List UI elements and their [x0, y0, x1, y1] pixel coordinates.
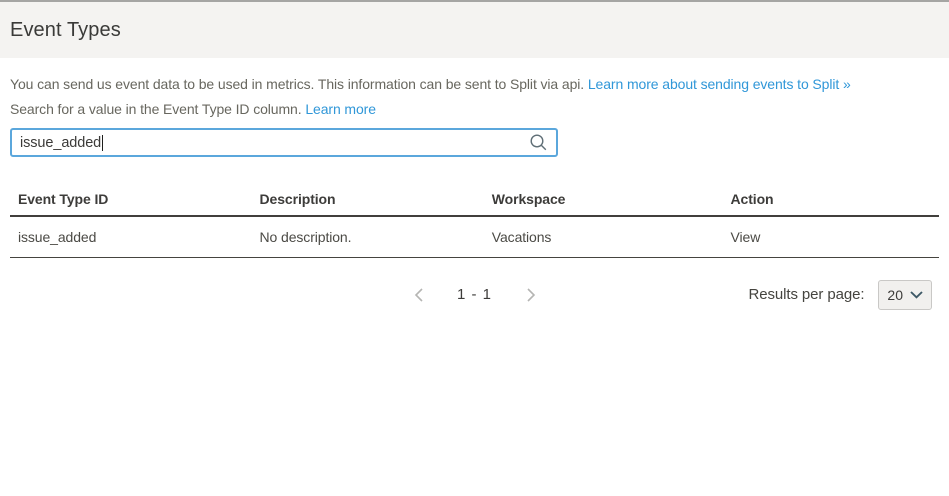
column-header-workspace: Workspace [484, 183, 723, 216]
intro-text: You can send us event data to be used in… [10, 76, 588, 92]
results-per-page-label: Results per page: [749, 286, 865, 303]
page-header: Event Types [0, 2, 949, 58]
chevron-down-icon [910, 291, 923, 299]
prev-page-button[interactable] [410, 284, 427, 306]
search-hint-paragraph: Search for a value in the Event Type ID … [10, 101, 939, 117]
learn-more-link[interactable]: Learn more [305, 101, 376, 117]
event-types-table: Event Type ID Description Workspace Acti… [10, 183, 939, 258]
results-per-page: Results per page: 20 [749, 278, 932, 312]
page-size-select[interactable]: 20 [878, 280, 932, 310]
intro-paragraph: You can send us event data to be used in… [10, 76, 939, 92]
search-input[interactable]: issue_added [10, 128, 558, 157]
search-hint-text: Search for a value in the Event Type ID … [10, 101, 305, 117]
text-caret [102, 135, 103, 151]
learn-more-sending-events-link[interactable]: Learn more about sending events to Split… [588, 76, 851, 92]
search-input-value: issue_added [20, 135, 101, 151]
page-title: Event Types [10, 19, 121, 42]
chevron-right-icon [526, 288, 535, 302]
pagination-bar: 1 - 1 Results per page: 20 [10, 278, 939, 312]
table-row: issue_added No description. Vacations Vi… [10, 216, 939, 257]
cell-workspace: Vacations [484, 216, 723, 257]
page-size-value: 20 [887, 287, 903, 303]
chevron-left-icon [414, 288, 423, 302]
column-header-action: Action [723, 183, 939, 216]
column-header-description: Description [252, 183, 484, 216]
page-range: 1 - 1 [457, 286, 492, 303]
table-header-row: Event Type ID Description Workspace Acti… [10, 183, 939, 216]
next-page-button[interactable] [522, 284, 539, 306]
search-icon[interactable] [529, 133, 548, 152]
view-action-link[interactable]: View [723, 216, 939, 257]
column-header-event-type-id: Event Type ID [10, 183, 252, 216]
cell-description: No description. [252, 216, 484, 257]
content: You can send us event data to be used in… [0, 76, 949, 312]
pagination: 1 - 1 [410, 278, 539, 312]
cell-event-type-id: issue_added [10, 216, 252, 257]
